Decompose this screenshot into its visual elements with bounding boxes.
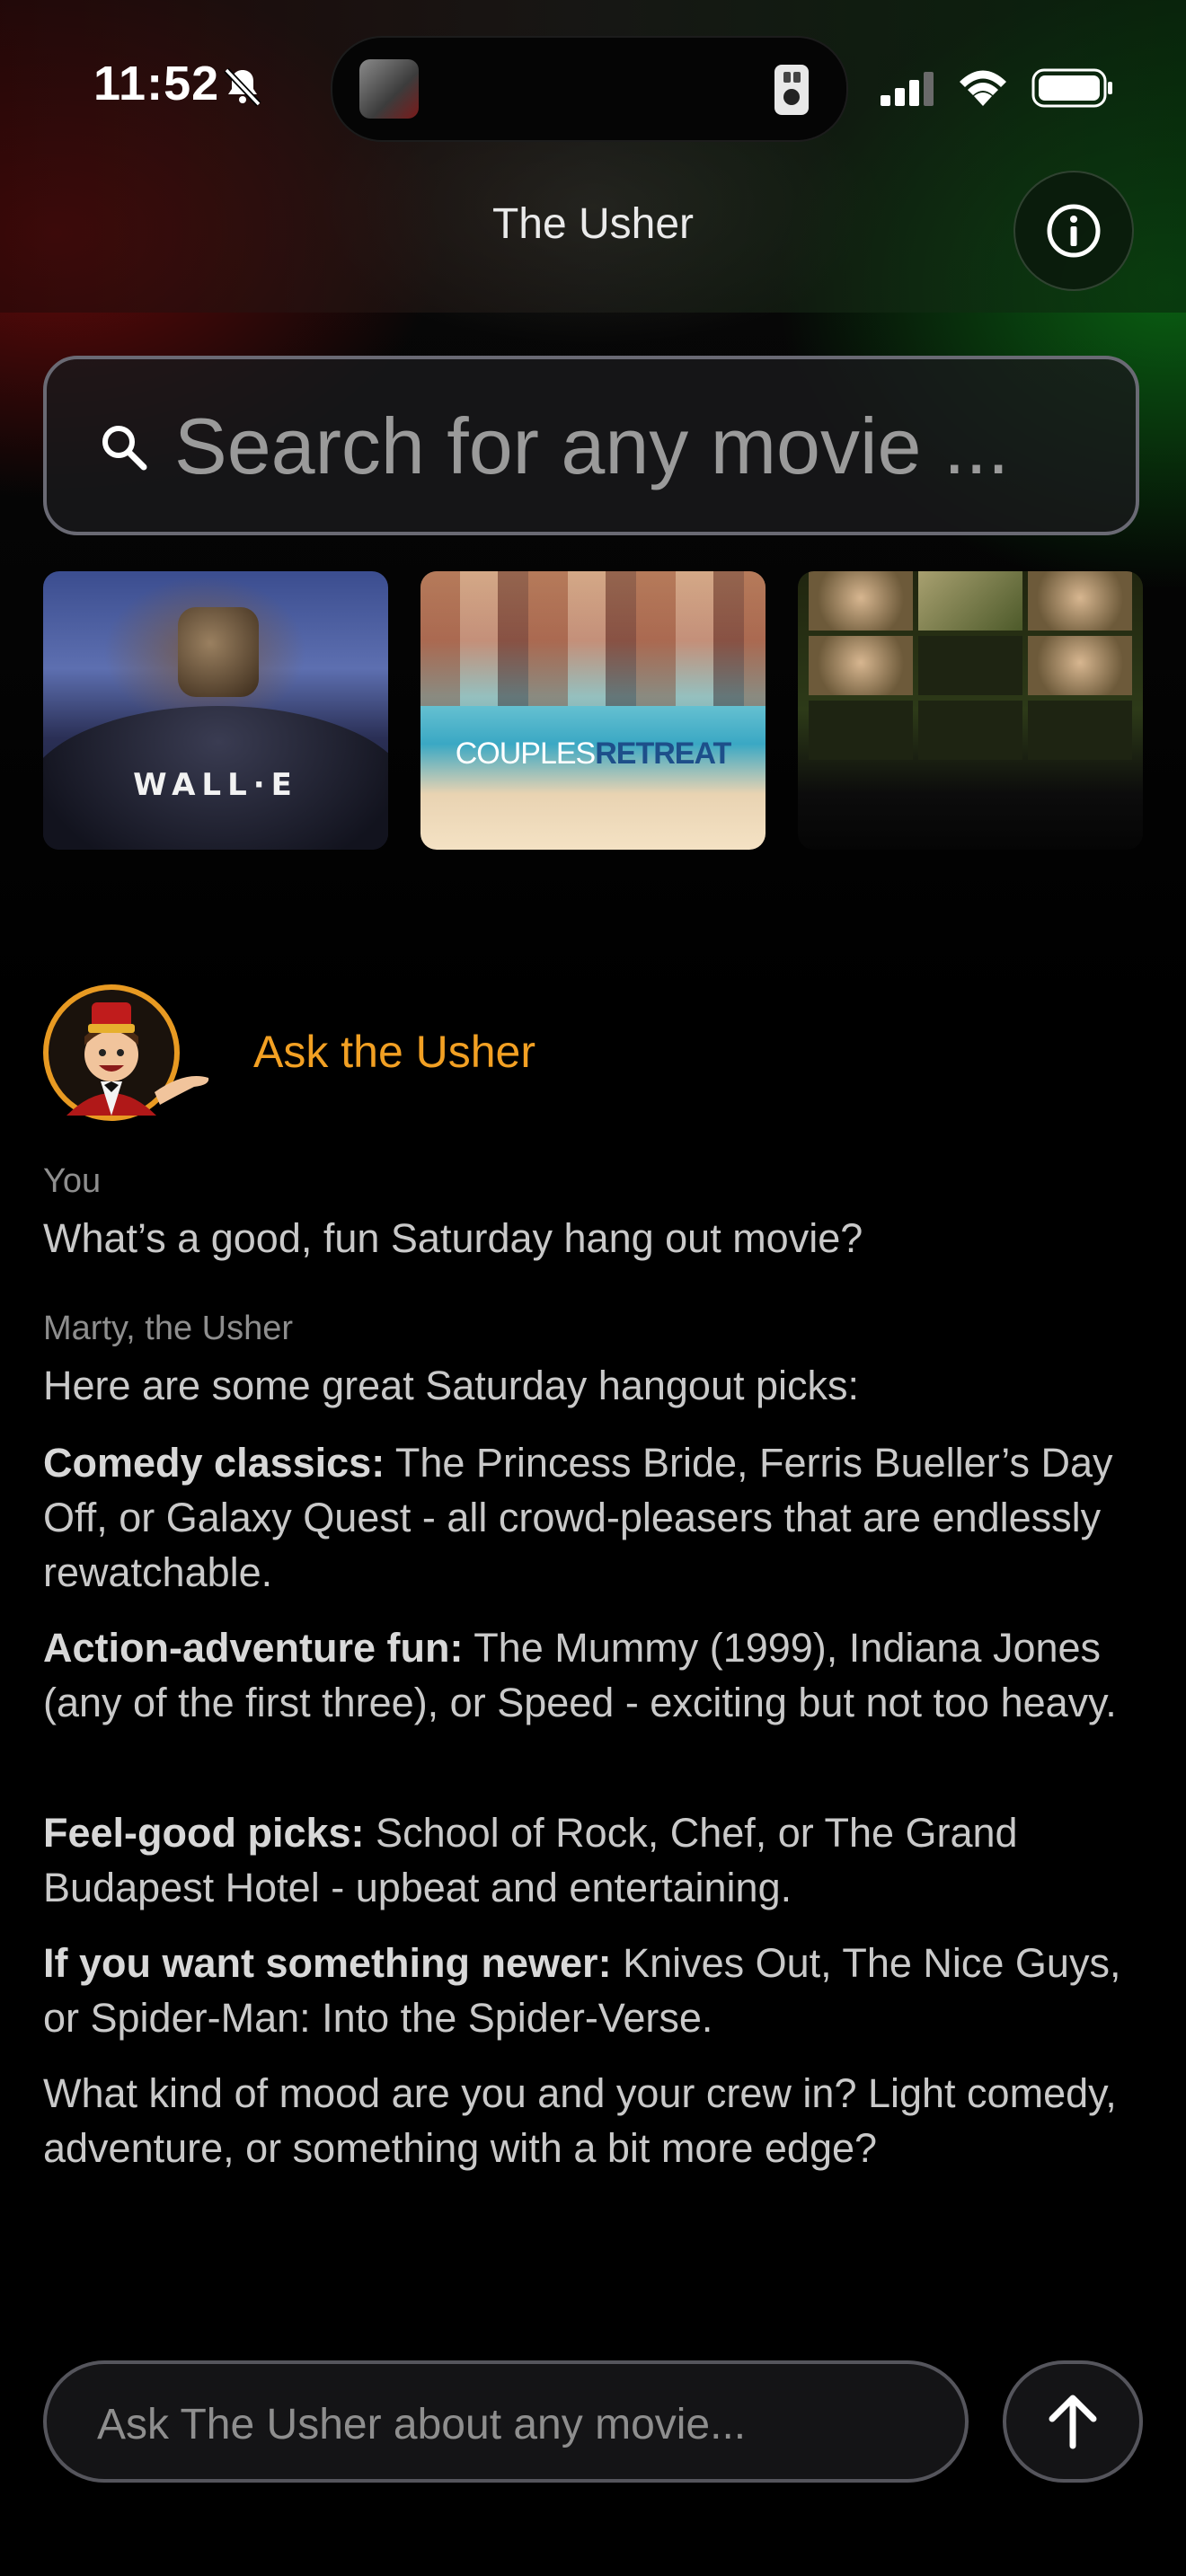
usher-intro: Here are some great Saturday hangout pic… — [43, 1363, 859, 1408]
poster-artwork — [420, 571, 766, 706]
info-icon — [1047, 204, 1101, 258]
message-speaker-usher: Marty, the Usher — [43, 1310, 294, 1347]
cellular-signal-icon — [881, 72, 934, 106]
dynamic-island[interactable] — [331, 36, 848, 142]
arrow-up-icon — [1049, 2395, 1097, 2449]
usher-section: Comedy classics: The Princess Bride, Fer… — [43, 1435, 1148, 1600]
movie-poster-wall-e[interactable]: WALL·E — [43, 571, 388, 850]
ask-usher-heading: Ask the Usher — [253, 1027, 536, 1077]
now-playing-thumbnail — [359, 59, 419, 119]
section-label: Action-adventure fun: — [43, 1625, 464, 1671]
app-title: The Usher — [491, 200, 695, 248]
poster-title: COUPLESRETREAT — [455, 737, 732, 771]
section-label: If you want something newer: — [43, 1940, 612, 1986]
search-bar[interactable] — [43, 356, 1139, 535]
usher-mascot-avatar — [43, 984, 209, 1121]
poster-title: WALL·E — [133, 767, 298, 803]
message-text-user: What’s a good, fun Saturday hang out mov… — [43, 1215, 863, 1261]
send-button[interactable] — [1003, 2360, 1143, 2483]
section-label: Comedy classics: — [43, 1440, 385, 1486]
chat-input[interactable] — [95, 2387, 925, 2461]
silent-bell-icon — [224, 67, 261, 107]
battery-icon — [1031, 68, 1112, 108]
usher-section: Feel-good picks: School of Rock, Chef, o… — [43, 1805, 1148, 1915]
info-button[interactable] — [1013, 171, 1134, 291]
usher-section: Action-adventure fun: The Mummy (1999), … — [43, 1620, 1148, 1730]
movie-poster-couples-retreat[interactable]: COUPLESRETREAT — [420, 571, 766, 850]
search-icon — [102, 426, 147, 471]
remote-icon — [774, 65, 809, 115]
poster-artwork — [809, 571, 1132, 760]
status-time: 11:52 — [93, 57, 220, 110]
section-label: Feel-good picks: — [43, 1810, 365, 1856]
movie-poster-third[interactable] — [798, 571, 1143, 850]
search-input[interactable] — [173, 395, 1111, 498]
usher-section: If you want something newer: Knives Out,… — [43, 1936, 1148, 2045]
message-speaker-user: You — [43, 1162, 102, 1200]
wifi-icon — [960, 70, 1006, 106]
chat-input-bar[interactable] — [43, 2360, 969, 2483]
poster-artwork-robot — [178, 607, 259, 697]
usher-closing: What kind of mood are you and your crew … — [43, 2070, 1117, 2171]
